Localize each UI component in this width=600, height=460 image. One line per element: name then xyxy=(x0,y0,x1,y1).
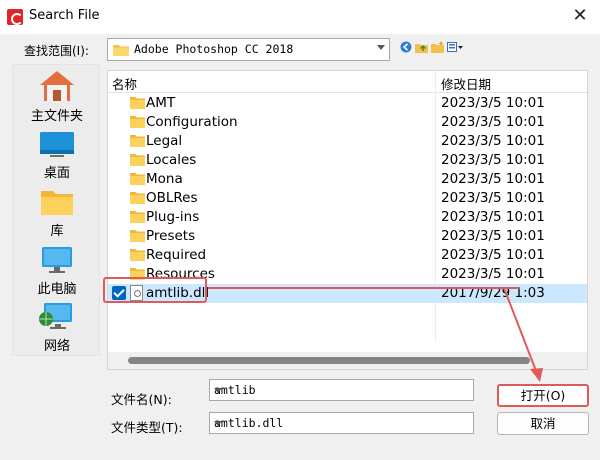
file-name: Locales xyxy=(146,152,197,168)
list-item[interactable]: Locales 2023/3/5 10:01 xyxy=(108,151,587,170)
place-label: 主文件夹 xyxy=(30,109,83,124)
filetype-label: 文件类型(T): xyxy=(111,420,183,435)
filetype-value: amtlib.dll xyxy=(214,416,284,430)
folder-icon xyxy=(130,230,145,242)
place-library[interactable]: 库 xyxy=(13,186,101,239)
file-list[interactable]: 名称 修改日期 AMT 2023/3/5 10:01 Configuration… xyxy=(107,70,588,370)
file-name: Mona xyxy=(146,171,183,187)
horizontal-scrollbar[interactable] xyxy=(108,352,587,369)
network-icon xyxy=(39,303,72,329)
list-item[interactable]: Configuration 2023/3/5 10:01 xyxy=(108,113,587,132)
file-name: AMT xyxy=(146,95,176,111)
file-date: 2023/3/5 10:01 xyxy=(441,152,545,168)
file-date: 2023/3/5 10:01 xyxy=(441,209,545,225)
look-in-label: 查找范围(I): xyxy=(24,44,89,58)
scrollbar-thumb[interactable] xyxy=(128,357,530,364)
list-item[interactable]: AMT 2023/3/5 10:01 xyxy=(108,94,587,113)
list-item[interactable]: Plug-ins 2023/3/5 10:01 xyxy=(108,208,587,227)
file-date: 2017/9/29 1:03 xyxy=(441,285,545,301)
place-label: 此电脑 xyxy=(37,282,77,297)
column-date-header[interactable]: 修改日期 xyxy=(441,74,491,93)
file-name: Legal xyxy=(146,133,183,149)
folder-icon xyxy=(130,211,145,223)
folder-icon xyxy=(130,249,145,261)
file-date: 2023/3/5 10:01 xyxy=(441,171,545,187)
list-item[interactable]: Mona 2023/3/5 10:01 xyxy=(108,170,587,189)
folder-icon xyxy=(130,192,145,204)
file-name: Plug-ins xyxy=(146,209,200,225)
column-name-header[interactable]: 名称 xyxy=(112,74,137,93)
file-date: 2023/3/5 10:01 xyxy=(441,114,545,130)
folder-icon xyxy=(130,97,145,109)
file-date: 2023/3/5 10:01 xyxy=(441,266,545,282)
folder-icon xyxy=(130,173,145,185)
library-folder-icon xyxy=(41,191,73,215)
dialog-body: 查找范围(I): Adobe Photoshop CC 2018 主文件夹 桌面… xyxy=(0,34,600,460)
list-item[interactable]: Presets 2023/3/5 10:01 xyxy=(108,227,587,246)
list-item[interactable]: Legal 2023/3/5 10:01 xyxy=(108,132,587,151)
home-icon xyxy=(40,71,74,101)
look-in-value: Adobe Photoshop CC 2018 xyxy=(134,42,294,56)
folder-icon xyxy=(113,45,129,56)
chevron-down-icon[interactable] xyxy=(214,421,222,426)
file-date: 2023/3/5 10:01 xyxy=(441,247,545,263)
window-title: Search File xyxy=(29,8,100,23)
place-label: 桌面 xyxy=(43,166,70,181)
place-label: 网络 xyxy=(43,339,70,354)
folder-icon xyxy=(130,135,145,147)
file-date: 2023/3/5 10:01 xyxy=(441,95,545,111)
back-icon[interactable] xyxy=(400,41,412,57)
column-header: 名称 修改日期 xyxy=(108,71,587,93)
filetype-select[interactable]: amtlib.dll xyxy=(209,412,474,434)
open-button[interactable]: 打开(O) xyxy=(497,384,589,407)
desktop-icon xyxy=(40,132,74,157)
file-date: 2023/3/5 10:01 xyxy=(441,190,545,206)
title-bar: Search File ✕ xyxy=(0,0,600,34)
list-item[interactable]: Required 2023/3/5 10:01 xyxy=(108,246,587,265)
folder-icon xyxy=(130,116,145,128)
view-menu-icon[interactable] xyxy=(447,41,463,57)
place-this-pc[interactable]: 此电脑 xyxy=(13,244,101,297)
file-date: 2023/3/5 10:01 xyxy=(441,133,545,149)
chevron-down-icon[interactable] xyxy=(377,45,385,50)
close-button[interactable]: ✕ xyxy=(566,3,594,29)
file-date: 2023/3/5 10:01 xyxy=(441,228,545,244)
annotation-highlight-selected-file xyxy=(103,277,207,303)
nav-toolbar xyxy=(400,41,464,55)
look-in-combo[interactable]: Adobe Photoshop CC 2018 xyxy=(107,38,390,61)
cancel-button[interactable]: 取消 xyxy=(497,412,589,435)
folder-icon xyxy=(130,154,145,166)
file-name: OBLRes xyxy=(146,190,198,206)
place-desktop[interactable]: 桌面 xyxy=(13,128,101,181)
file-name: Required xyxy=(146,247,207,263)
places-bar: 主文件夹 桌面 库 此电脑 网络 xyxy=(12,64,100,356)
place-label: 库 xyxy=(50,224,64,239)
filename-label: 文件名(N): xyxy=(111,392,172,407)
chevron-down-icon[interactable] xyxy=(214,388,222,393)
place-home[interactable]: 主文件夹 xyxy=(13,69,101,124)
file-name: Presets xyxy=(146,228,196,244)
place-network[interactable]: 网络 xyxy=(13,301,101,354)
file-name: Configuration xyxy=(146,114,238,130)
up-folder-icon[interactable] xyxy=(415,41,428,57)
new-folder-icon[interactable] xyxy=(431,41,444,57)
app-logo-icon xyxy=(7,9,23,25)
filename-input[interactable]: amtlib xyxy=(209,379,474,401)
this-pc-icon xyxy=(42,247,72,273)
list-item[interactable]: OBLRes 2023/3/5 10:01 xyxy=(108,189,587,208)
